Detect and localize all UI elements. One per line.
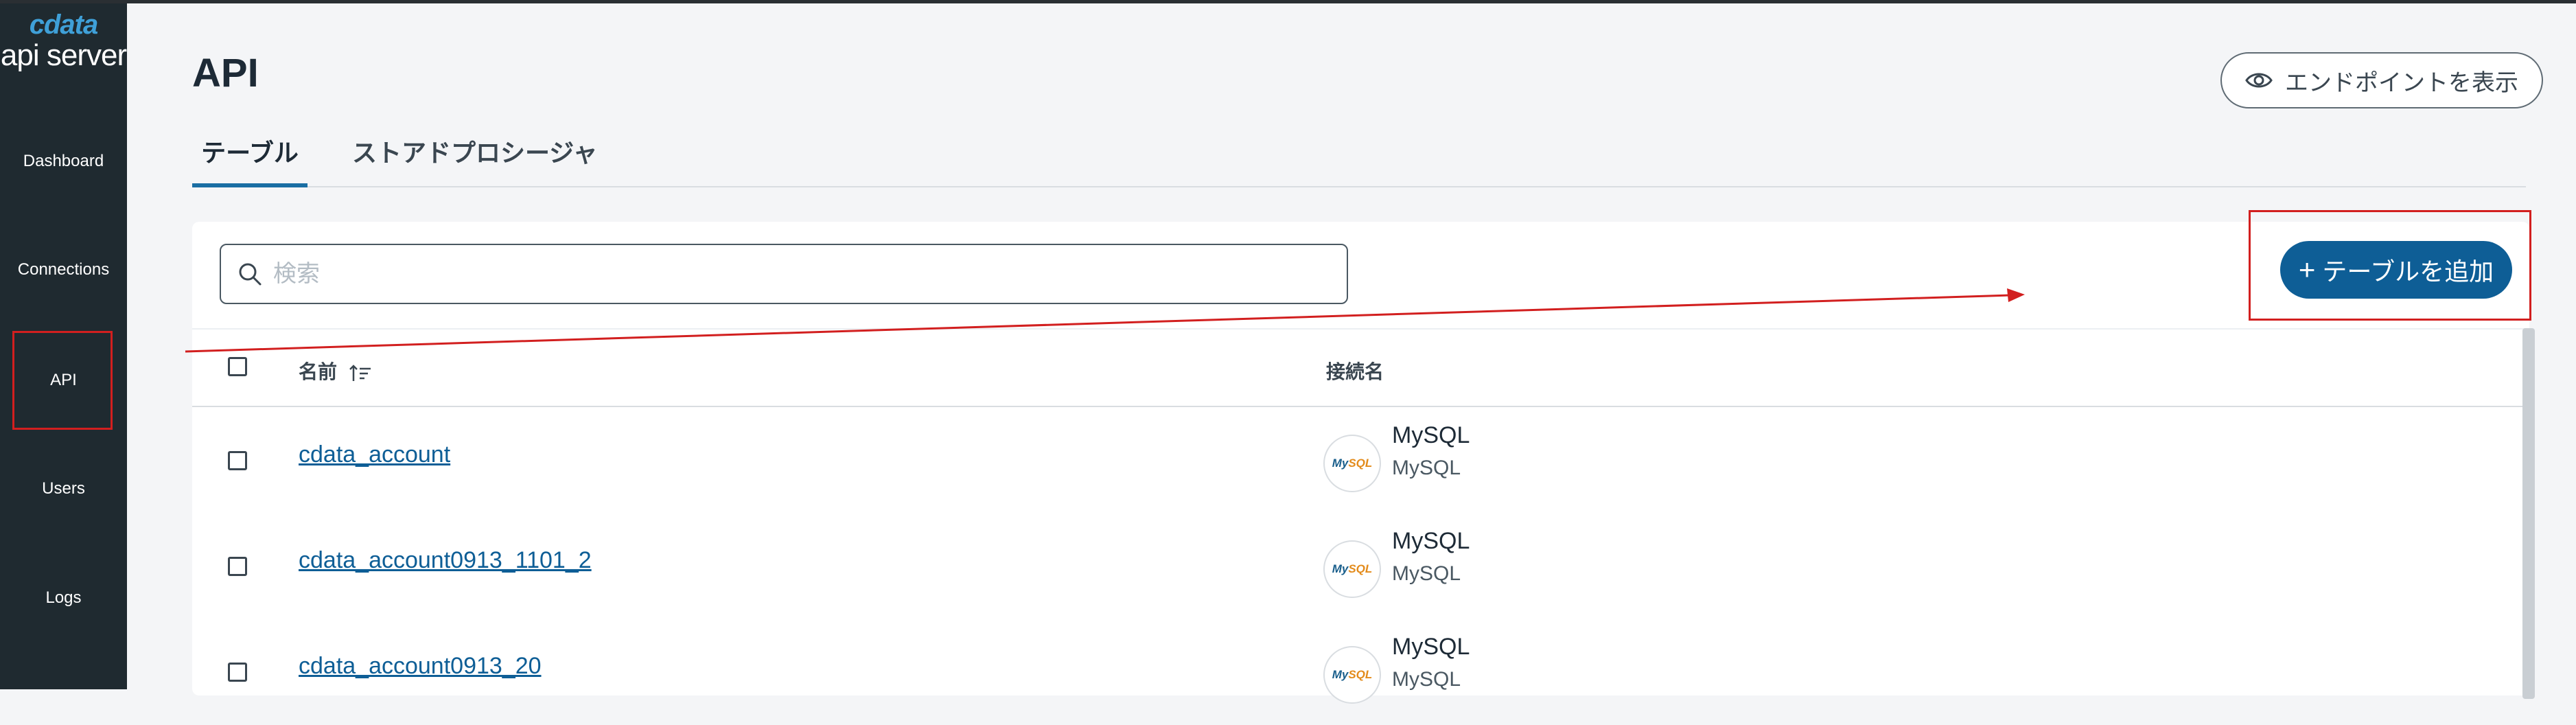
table-row[interactable]: cdata_account MySQL MySQL MySQL	[192, 407, 2519, 514]
table-card: 名前 接続名 cdata_account MySQL MySQL MySQL c…	[192, 222, 2535, 704]
row-checkbox[interactable]	[228, 663, 247, 682]
table-header: 名前 接続名	[192, 328, 2529, 407]
column-header-name[interactable]: 名前	[299, 357, 373, 384]
add-table-label: テーブルを追加	[2322, 257, 2494, 286]
show-endpoint-label: エンドポイントを表示	[2285, 69, 2518, 96]
column-name-label: 名前	[299, 361, 338, 382]
connection-type: MySQL	[1392, 457, 1461, 479]
main-content: API ? エンドポイントを表示 テーブル ストアドプロシージャ 名前	[127, 3, 2576, 704]
page-title: API	[192, 51, 259, 95]
tab-bar: テーブル ストアドプロシージャ	[192, 134, 2526, 187]
tab-stored-procedures[interactable]: ストアドプロシージャ	[352, 134, 597, 187]
logo-mark: cdata	[29, 10, 99, 40]
row-checkbox[interactable]	[228, 557, 247, 576]
plus-icon: +	[2298, 253, 2316, 286]
select-all-checkbox[interactable]	[228, 357, 247, 376]
table-name-link[interactable]: cdata_account0913_20	[299, 653, 542, 680]
sidebar-item-logs[interactable]: Logs	[0, 577, 127, 619]
connection-type: MySQL	[1392, 562, 1461, 585]
sidebar-item-connections[interactable]: Connections	[0, 249, 127, 290]
mysql-logo-icon: MySQL	[1323, 646, 1381, 704]
sidebar-item-dashboard[interactable]: Dashboard	[0, 141, 127, 182]
connection-name: MySQL	[1392, 422, 1470, 448]
search-icon	[239, 263, 262, 286]
tab-tables[interactable]: テーブル	[192, 134, 308, 187]
show-endpoint-button[interactable]: エンドポイントを表示	[2220, 52, 2543, 108]
sidebar-item-users[interactable]: Users	[0, 468, 127, 509]
app-logo[interactable]: cdata api server	[0, 10, 127, 71]
sort-ascending-icon[interactable]	[348, 363, 373, 384]
column-header-connection[interactable]: 接続名	[1326, 357, 1384, 384]
vertical-scrollbar[interactable]	[2522, 328, 2535, 699]
connection-type: MySQL	[1392, 668, 1461, 691]
connection-name: MySQL	[1392, 528, 1470, 554]
connection-name: MySQL	[1392, 634, 1470, 660]
logo-text: api server	[0, 38, 127, 72]
row-checkbox[interactable]	[228, 451, 247, 470]
search-input[interactable]	[273, 260, 1303, 288]
table-row[interactable]: cdata_account0913_1101_2 MySQL MySQL MyS…	[192, 513, 2519, 619]
eye-icon	[2245, 73, 2273, 88]
search-box	[220, 244, 1348, 304]
add-table-button[interactable]: + テーブルを追加	[2280, 241, 2512, 299]
table-row[interactable]: cdata_account0913_20 MySQL MySQL MySQL	[192, 619, 2519, 725]
table-name-link[interactable]: cdata_account0913_1101_2	[299, 547, 592, 574]
mysql-logo-icon: MySQL	[1323, 540, 1381, 598]
highlight-box-api	[12, 331, 113, 430]
mysql-logo-icon: MySQL	[1323, 435, 1381, 492]
sidebar: cdata api server Dashboard Connections A…	[0, 3, 127, 689]
table-name-link[interactable]: cdata_account	[299, 441, 450, 468]
